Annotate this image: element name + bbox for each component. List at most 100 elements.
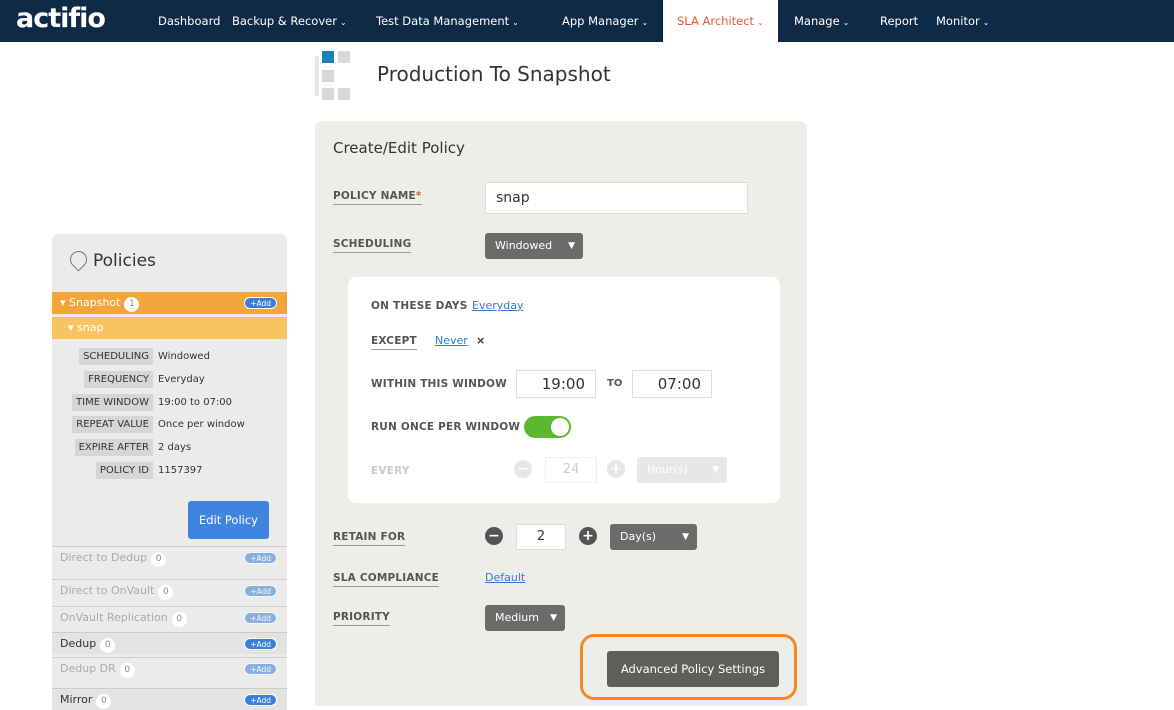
required-asterisk: * [415, 190, 422, 202]
edit-policy-button[interactable]: Edit Policy [188, 501, 269, 539]
detail-row: SCHEDULING Windowed [52, 347, 287, 366]
top-navigation-bar: actifio Dashboard Backup & Recover ⌄ Test… [0, 0, 1174, 42]
plus-icon[interactable]: + [607, 460, 625, 478]
retain-unit-value: Day(s) [620, 530, 657, 543]
retain-unit-dropdown[interactable]: Day(s) ▼ [610, 524, 697, 550]
category-row-direct-to-onvault[interactable]: Direct to OnVault 0 +Add [52, 579, 287, 601]
window-start-input[interactable]: 19:00 [516, 370, 596, 398]
count-badge: 0 [171, 612, 187, 627]
add-button[interactable]: +Add [244, 585, 277, 597]
run-once-label: RUN ONCE PER WINDOW [371, 421, 521, 433]
detail-key: POLICY ID [95, 462, 153, 479]
window-end-input[interactable]: 07:00 [632, 370, 712, 398]
nav-monitor[interactable]: Monitor ⌄ [922, 0, 1003, 42]
detail-key: FREQUENCY [84, 371, 153, 388]
template-flow-icon [310, 48, 362, 104]
every-value-input[interactable]: 24 [545, 457, 597, 483]
add-snapshot-button[interactable]: +Add [244, 297, 277, 309]
detail-value: Everyday [158, 374, 205, 385]
policy-label: ▾ snap [68, 321, 104, 334]
every-unit-dropdown[interactable]: Hour(s) ▼ [637, 457, 727, 483]
category-label: Dedup 0 [60, 637, 116, 653]
category-label: OnVault Replication 0 [60, 611, 187, 627]
window-to-label: TO [607, 378, 623, 389]
scheduling-dropdown[interactable]: Windowed ▼ [485, 233, 583, 259]
category-row-onvault-replication[interactable]: OnVault Replication 0 +Add [52, 606, 287, 628]
detail-value: 19:00 to 07:00 [158, 397, 233, 408]
nav-test-data-management[interactable]: Test Data Management ⌄ [362, 0, 533, 42]
detail-key: SCHEDULING [79, 348, 153, 365]
caret-down-icon: ▼ [550, 613, 557, 623]
on-these-days-link[interactable]: Everyday [472, 299, 524, 312]
clear-icon[interactable]: × [476, 334, 485, 347]
window-label: WITHIN THIS WINDOW [371, 378, 507, 390]
caret-down-icon: ▼ [682, 532, 689, 542]
plus-icon[interactable]: + [579, 527, 597, 545]
priority-dropdown-value: Medium [495, 611, 539, 624]
page-title: Production To Snapshot [377, 62, 611, 86]
count-badge: 0 [100, 638, 116, 653]
detail-key: TIME WINDOW [72, 394, 153, 411]
count-badge: 0 [151, 552, 167, 567]
policy-row-snap[interactable]: ▾ snap [52, 317, 287, 339]
snapshot-category-row[interactable]: ▾ Snapshot 1 +Add [52, 292, 287, 314]
nav-manage[interactable]: Manage ⌄ [780, 0, 863, 42]
minus-icon[interactable]: − [485, 527, 503, 545]
count-badge: 0 [158, 585, 174, 600]
count-badge: 0 [119, 663, 135, 678]
every-label: EVERY [371, 465, 410, 477]
nav-backup-recover-label: Backup & Recover [232, 14, 337, 28]
sla-compliance-link[interactable]: Default [485, 571, 525, 584]
category-label: Direct to Dedup 0 [60, 551, 167, 567]
nav-test-data-management-label: Test Data Management [376, 14, 510, 28]
nav-sla-architect[interactable]: SLA Architect ⌄ [663, 0, 778, 42]
nav-app-manager[interactable]: App Manager ⌄ [548, 0, 662, 42]
nav-backup-recover[interactable]: Backup & Recover ⌄ [218, 0, 361, 42]
nav-report-label: Report [880, 14, 919, 28]
count-badge: 0 [96, 694, 112, 709]
add-button[interactable]: +Add [244, 552, 277, 564]
detail-row: POLICY ID 1157397 [52, 461, 287, 480]
detail-key: EXPIRE AFTER [74, 439, 153, 456]
snapshot-label: ▾ Snapshot 1 [60, 296, 140, 312]
category-label: Direct to OnVault 0 [60, 584, 174, 600]
detail-value: Once per window [158, 419, 245, 430]
priority-label: PRIORITY [333, 611, 390, 626]
toggle-knob [551, 418, 569, 436]
detail-key: REPEAT VALUE [72, 416, 153, 433]
chevron-down-icon: ⌄ [982, 18, 990, 27]
minus-icon[interactable]: − [514, 460, 532, 478]
category-row-mirror[interactable]: Mirror 0 +Add [52, 688, 287, 710]
category-row-dedup-dr[interactable]: Dedup DR 0 +Add [52, 657, 287, 679]
detail-row: EXPIRE AFTER 2 days [52, 438, 287, 457]
category-row-dedup[interactable]: Dedup 0 +Add [52, 632, 287, 654]
sidebar-title: Policies [93, 251, 156, 271]
chevron-down-icon: ⌄ [512, 18, 519, 27]
every-unit-value: Hour(s) [647, 463, 688, 476]
add-button[interactable]: +Add [244, 638, 277, 650]
detail-value: Windowed [158, 351, 210, 362]
chevron-down-icon: ⌄ [842, 18, 850, 27]
caret-down-icon: ▼ [712, 465, 719, 475]
detail-row: REPEAT VALUE Once per window [52, 415, 287, 434]
nav-monitor-label: Monitor [936, 14, 980, 28]
except-link[interactable]: Never [435, 334, 468, 347]
advanced-policy-settings-button[interactable]: Advanced Policy Settings [607, 651, 779, 687]
add-button[interactable]: +Add [244, 612, 277, 624]
policy-name-input[interactable]: snap [485, 182, 748, 214]
actifio-logo[interactable]: actifio [16, 3, 106, 34]
run-once-toggle[interactable] [524, 416, 571, 438]
category-row-direct-to-dedup[interactable]: Direct to Dedup 0 +Add [52, 546, 287, 568]
chevron-down-icon: ⌄ [339, 18, 347, 27]
retain-value-input[interactable]: 2 [516, 524, 566, 550]
scheduling-label: SCHEDULING [333, 238, 412, 253]
priority-dropdown[interactable]: Medium ▼ [485, 605, 565, 631]
except-label: EXCEPT [371, 335, 417, 350]
detail-row: TIME WINDOW 19:00 to 07:00 [52, 393, 287, 412]
add-button[interactable]: +Add [244, 663, 277, 675]
retain-label: RETAIN FOR [333, 531, 406, 546]
detail-row: FREQUENCY Everyday [52, 370, 287, 389]
detail-value: 2 days [158, 442, 192, 453]
add-button[interactable]: +Add [244, 694, 277, 706]
nav-sla-architect-label: SLA Architect [677, 14, 755, 28]
